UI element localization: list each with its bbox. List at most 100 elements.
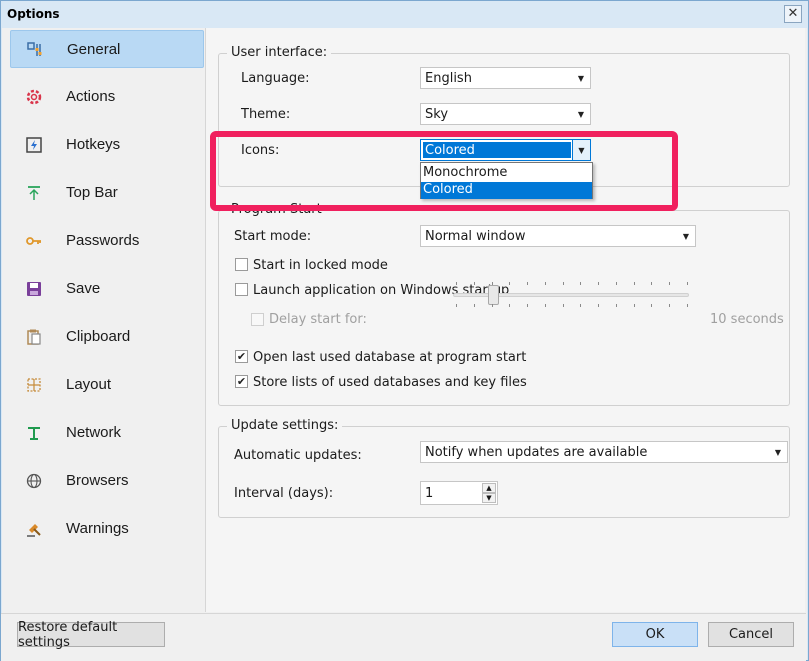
interval-label: Interval (days): xyxy=(234,486,334,501)
sidebar-item-hotkeys[interactable]: Hotkeys xyxy=(10,126,204,164)
ok-button[interactable]: OK xyxy=(612,622,698,647)
store-lists-label: Store lists of used databases and key fi… xyxy=(253,375,527,390)
sidebar-item-label: Save xyxy=(66,280,101,297)
sidebar-item-label: Hotkeys xyxy=(66,136,121,153)
slider-tick xyxy=(651,282,653,285)
automatic-updates-value: Notify when updates are available xyxy=(425,445,648,460)
chevron-down-icon: ▼ xyxy=(774,447,782,457)
update-settings-group: Update settings: xyxy=(218,418,790,518)
settings-general-icon xyxy=(25,40,45,60)
interval-stepper[interactable]: 1 ▲ ▼ xyxy=(420,481,498,505)
group-title: User interface: xyxy=(227,45,332,60)
slider-tick xyxy=(527,304,529,307)
start-mode-label: Start mode: xyxy=(234,229,312,244)
sidebar-item-top-bar[interactable]: Top Bar xyxy=(10,174,204,212)
slider-tick xyxy=(562,304,564,307)
locked-mode-label: Start in locked mode xyxy=(253,258,388,273)
pin-top-icon xyxy=(24,183,44,203)
language-value: English xyxy=(425,71,472,86)
slider-tick xyxy=(651,304,653,307)
theme-value: Sky xyxy=(425,107,449,122)
network-icon xyxy=(24,423,44,443)
slider-tick xyxy=(615,282,617,285)
sidebar-item-label: Layout xyxy=(66,376,112,393)
theme-select[interactable]: Sky ▼ xyxy=(420,103,591,125)
sidebar-item-clipboard[interactable]: Clipboard xyxy=(10,318,204,356)
floppy-icon xyxy=(24,279,44,299)
automatic-updates-label: Automatic updates: xyxy=(234,448,362,463)
sidebar-item-label: General xyxy=(67,41,121,58)
sidebar-item-network[interactable]: Network xyxy=(10,414,204,452)
sidebar-item-save[interactable]: Save xyxy=(10,270,204,308)
open-last-db-checkbox[interactable]: ✔ xyxy=(235,350,248,363)
slider-tick xyxy=(562,282,564,285)
globe-icon xyxy=(24,471,44,491)
chevron-down-icon: ▼ xyxy=(577,109,585,119)
theme-label: Theme: xyxy=(241,107,291,122)
window-title: Options xyxy=(7,7,60,21)
slider-tick xyxy=(615,304,617,307)
sidebar-item-label: Warnings xyxy=(66,520,129,537)
delay-start-checkbox[interactable] xyxy=(251,313,264,326)
stepper-up-icon[interactable]: ▲ xyxy=(482,483,496,493)
chevron-down-icon: ▼ xyxy=(682,231,690,241)
sidebar-item-general[interactable]: General xyxy=(10,30,204,68)
restore-defaults-button[interactable]: Restore default settings xyxy=(17,620,165,650)
button-bar: Restore default settings OK Cancel xyxy=(1,613,806,661)
hotkey-icon xyxy=(24,135,44,155)
gear-icon xyxy=(24,87,44,107)
clipboard-icon xyxy=(24,327,44,347)
slider-tick xyxy=(544,304,546,307)
delay-start-label: Delay start for: xyxy=(269,312,367,327)
slider-thumb[interactable] xyxy=(488,285,499,305)
slider-tick xyxy=(580,304,582,307)
slider-tick xyxy=(456,304,457,307)
sidebar-item-label: Browsers xyxy=(66,472,129,489)
slider-tick xyxy=(527,282,529,285)
slider-tick xyxy=(509,282,511,285)
slider-tick xyxy=(509,304,511,307)
slider-tick xyxy=(580,282,582,285)
start-mode-select[interactable]: Normal window ▼ xyxy=(420,225,696,247)
slider-tick xyxy=(544,282,546,285)
layout-icon xyxy=(24,375,44,395)
slider-tick xyxy=(456,282,457,285)
slider-tick xyxy=(473,304,475,307)
slider-tick xyxy=(473,282,475,285)
slider-tick xyxy=(669,304,671,307)
sidebar-item-label: Actions xyxy=(66,88,116,105)
sidebar: General Actions Hotkeys Top Bar Password… xyxy=(7,28,204,612)
annotation-highlight-box xyxy=(210,131,678,211)
slider-tick xyxy=(598,282,600,285)
stepper-down-icon[interactable]: ▼ xyxy=(482,493,496,503)
interval-value: 1 xyxy=(425,486,434,501)
sidebar-item-label: Passwords xyxy=(66,232,140,249)
sidebar-item-passwords[interactable]: Passwords xyxy=(10,222,204,260)
delay-value: 10 seconds xyxy=(710,312,784,327)
automatic-updates-select[interactable]: Notify when updates are available ▼ xyxy=(420,441,788,463)
language-select[interactable]: English ▼ xyxy=(420,67,591,89)
options-window: Options ✕ General Actions Hotkeys Top Ba… xyxy=(0,0,809,661)
sidebar-item-actions[interactable]: Actions xyxy=(10,78,204,116)
slider-tick xyxy=(633,304,635,307)
slider-tick xyxy=(491,282,493,285)
title-bar: Options ✕ xyxy=(1,1,808,28)
slider-tick xyxy=(687,282,688,285)
gavel-icon xyxy=(24,519,44,539)
slider-tick xyxy=(598,304,600,307)
group-title: Update settings: xyxy=(227,418,343,433)
sidebar-item-warnings[interactable]: Warnings xyxy=(10,510,204,548)
launch-startup-checkbox[interactable] xyxy=(235,283,248,296)
slider-tick xyxy=(669,282,671,285)
key-icon xyxy=(24,231,44,251)
cancel-button[interactable]: Cancel xyxy=(708,622,794,647)
language-label: Language: xyxy=(241,71,310,86)
store-lists-checkbox[interactable]: ✔ xyxy=(235,375,248,388)
locked-mode-checkbox[interactable] xyxy=(235,258,248,271)
sidebar-item-label: Clipboard xyxy=(66,328,131,345)
slider-tick xyxy=(491,304,493,307)
sidebar-item-browsers[interactable]: Browsers xyxy=(10,462,204,500)
close-button[interactable]: ✕ xyxy=(784,5,802,23)
sidebar-item-layout[interactable]: Layout xyxy=(10,366,204,404)
chevron-down-icon: ▼ xyxy=(577,73,585,83)
